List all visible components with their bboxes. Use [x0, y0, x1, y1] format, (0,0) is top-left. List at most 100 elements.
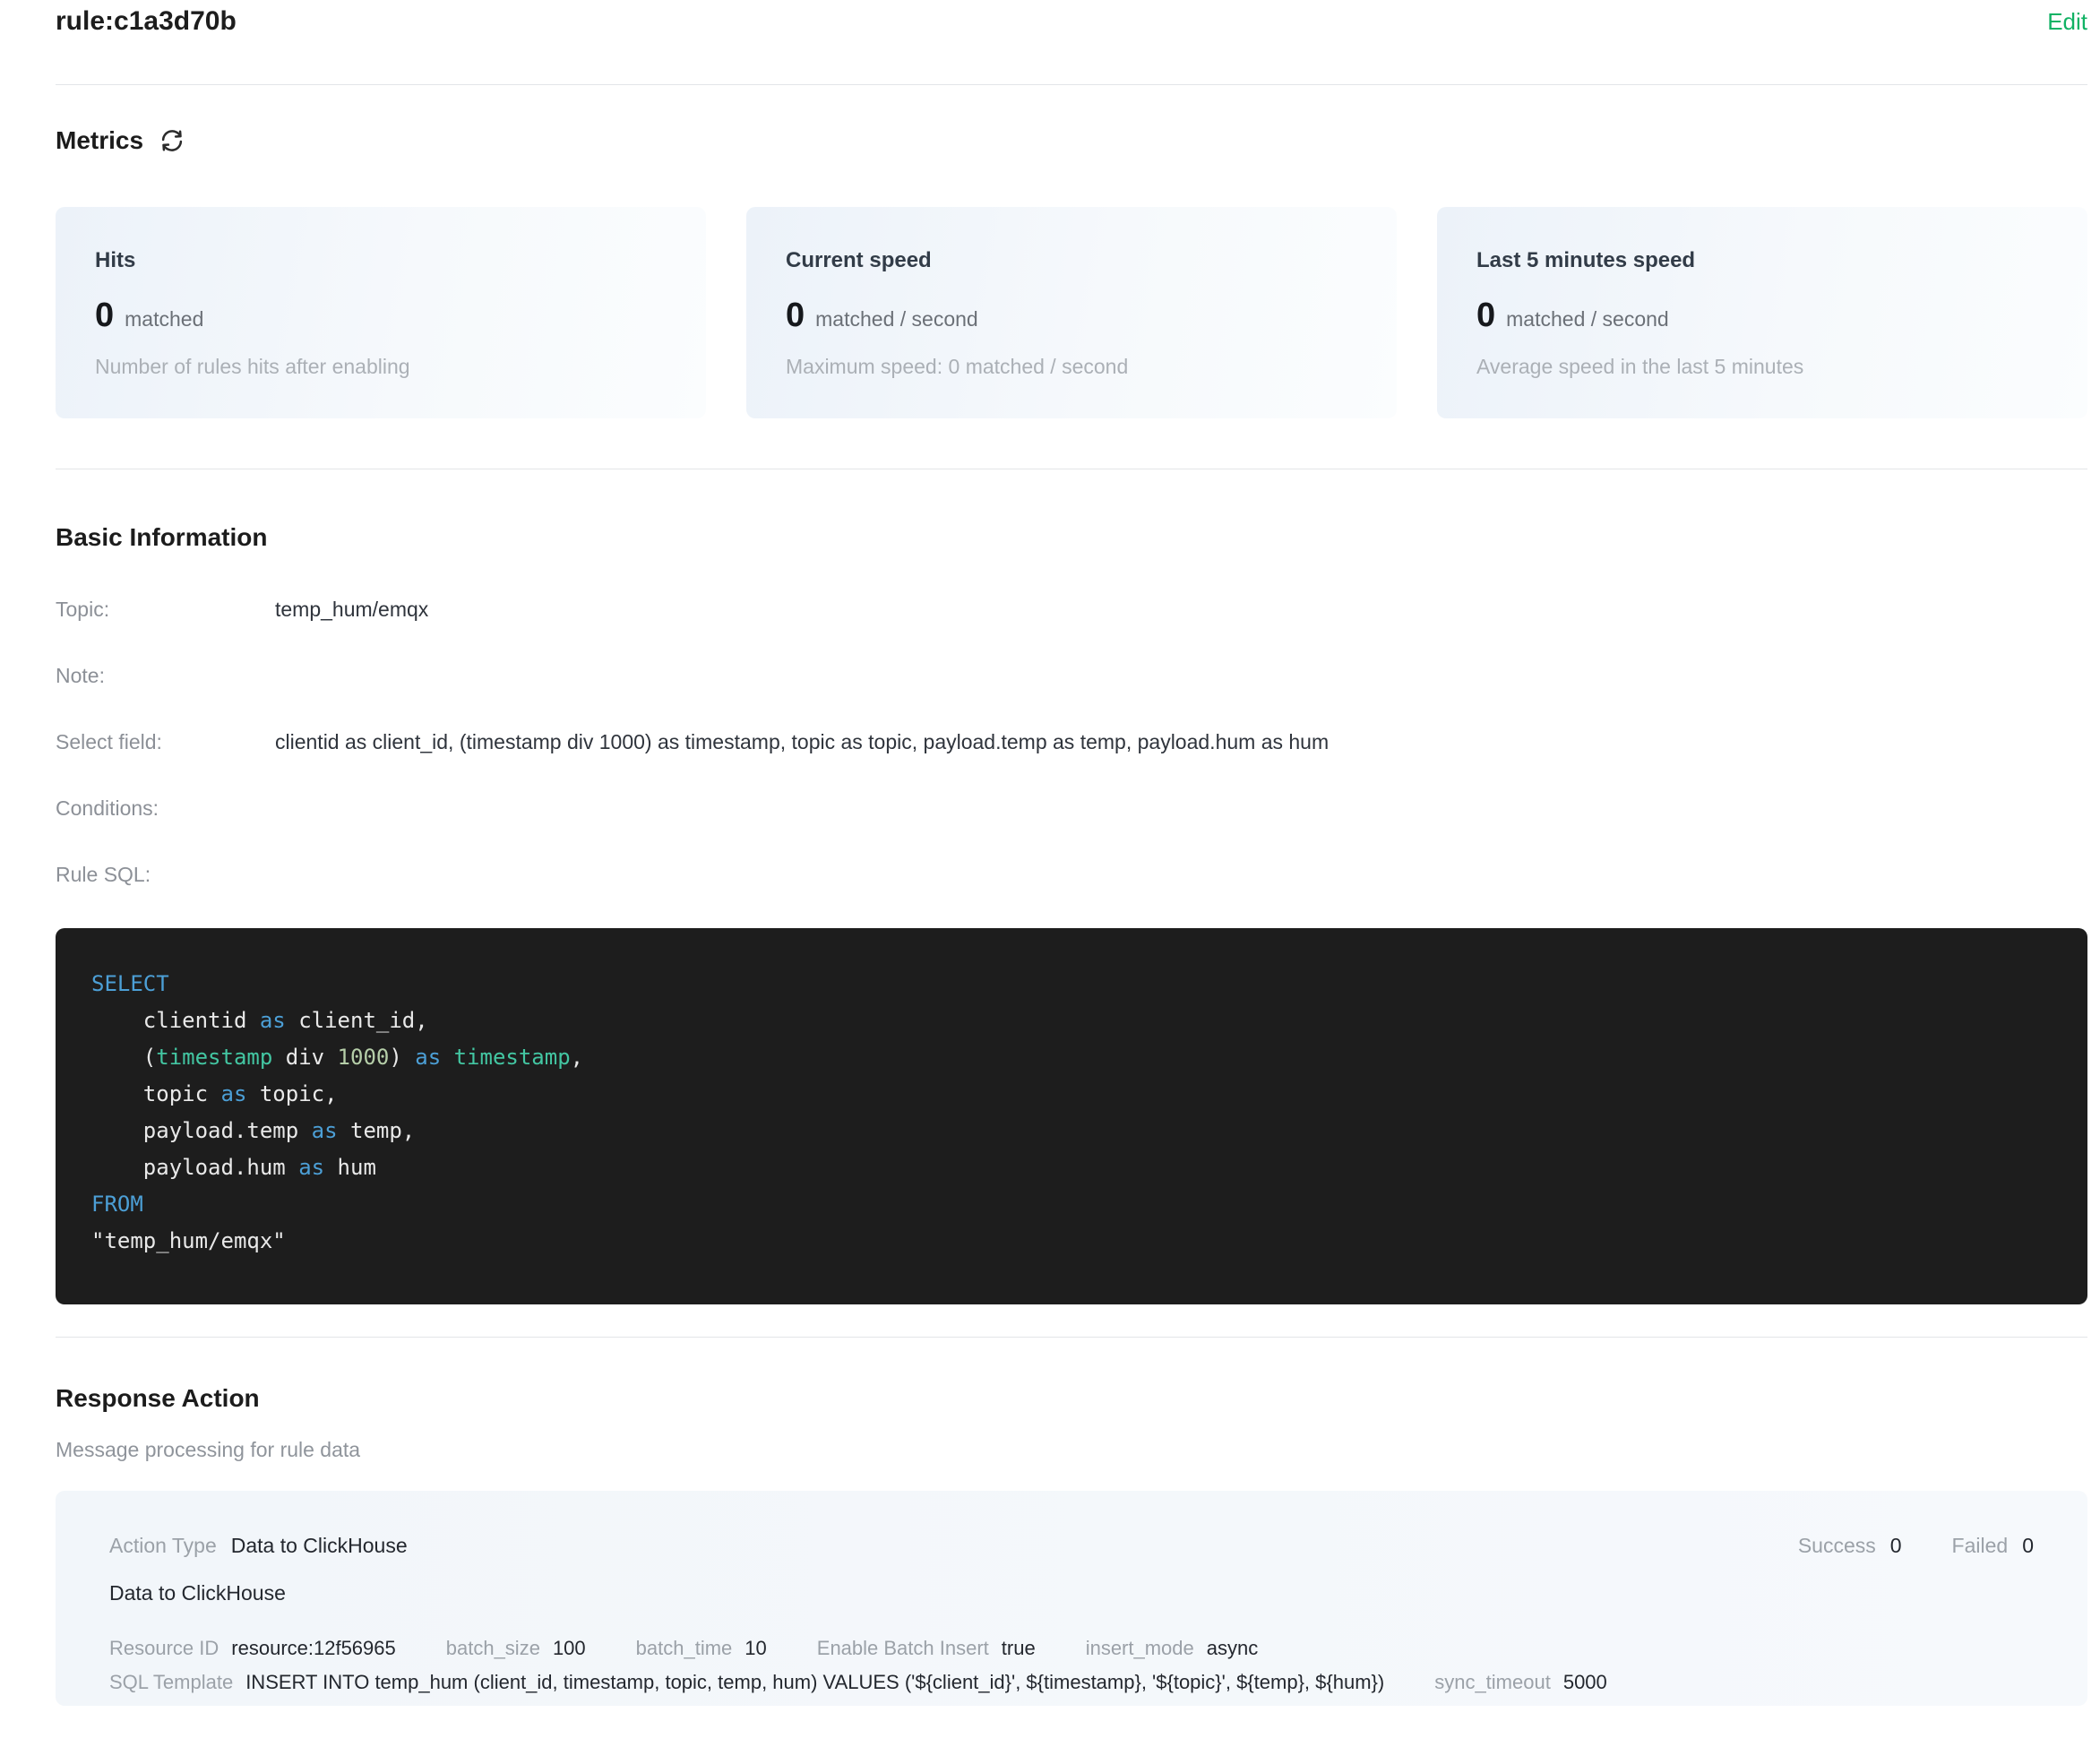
param-label: Enable Batch Insert [817, 1636, 989, 1661]
metric-value-row: 0 matched / second [786, 297, 1357, 335]
action-type-value: Data to ClickHouse [231, 1534, 408, 1558]
info-label: Rule SQL: [56, 860, 275, 889]
sql-line: SELECT [91, 966, 2052, 1003]
success-label: Success [1798, 1534, 1876, 1558]
sql-token: topic, [246, 1081, 337, 1106]
info-row-note: Note: [56, 661, 2087, 690]
info-row-conditions: Conditions: [56, 794, 2087, 822]
sql-line: (timestamp div 1000) as timestamp, [91, 1039, 2052, 1076]
info-value: clientid as client_id, (timestamp div 10… [275, 727, 1329, 756]
sql-token: 1000 [338, 1045, 390, 1070]
param-insert-mode: insert_mode async [1086, 1636, 1259, 1661]
metric-card-title: Hits [95, 248, 667, 273]
sql-token: SELECT [91, 971, 169, 996]
param-label: batch_size [446, 1636, 540, 1661]
param-value: true [1002, 1636, 1036, 1661]
metric-card-last-5-minutes-speed: Last 5 minutes speed 0 matched / second … [1437, 207, 2087, 418]
param-value: 10 [744, 1636, 766, 1661]
sql-line: FROM [91, 1186, 2052, 1223]
metric-unit: matched / second [1506, 307, 1669, 331]
header-divider [56, 84, 2087, 85]
page-header: rule:c1a3d70b Edit [56, 0, 2087, 38]
param-enable-batch-insert: Enable Batch Insert true [817, 1636, 1036, 1661]
param-resource-id: Resource ID resource:12f56965 [109, 1636, 396, 1661]
action-type: Action Type Data to ClickHouse [109, 1534, 408, 1558]
metric-value: 0 [786, 297, 805, 335]
info-label: Select field: [56, 727, 275, 756]
sql-line: topic as topic, [91, 1076, 2052, 1113]
response-action-card: Action Type Data to ClickHouse Success 0… [56, 1491, 2087, 1706]
metric-value-row: 0 matched / second [1476, 297, 2048, 335]
failed-count: 0 [2022, 1534, 2034, 1558]
param-sync-timeout: sync_timeout 5000 [1434, 1670, 1607, 1695]
action-type-label: Action Type [109, 1534, 217, 1558]
param-batch-size: batch_size 100 [446, 1636, 586, 1661]
param-batch-time: batch_time 10 [636, 1636, 767, 1661]
sql-line: payload.hum as hum [91, 1149, 2052, 1186]
sql-token: as [260, 1008, 286, 1033]
basic-information-heading: Basic Information [56, 523, 2087, 552]
action-params: Resource ID resource:12f56965 batch_size… [109, 1636, 2034, 1695]
sql-token: payload.hum [91, 1155, 298, 1180]
sql-token: hum [324, 1155, 376, 1180]
metric-description: Number of rules hits after enabling [95, 355, 667, 379]
sql-token: client_id, [286, 1008, 428, 1033]
rule-sql-code-block: SELECT clientid as client_id, (timestamp… [56, 928, 2087, 1304]
sql-token: ) [389, 1045, 415, 1070]
sql-token [441, 1045, 453, 1070]
param-value: async [1207, 1636, 1258, 1661]
sql-token: as [312, 1118, 338, 1143]
param-value: 5000 [1563, 1670, 1607, 1695]
sql-token: , [571, 1045, 583, 1070]
rule-detail-page: rule:c1a3d70b Edit Metrics Hits 0 matche… [0, 0, 2100, 1706]
metric-card-title: Current speed [786, 248, 1357, 273]
sql-token: payload.temp [91, 1118, 312, 1143]
success-count: 0 [1890, 1534, 1902, 1558]
metric-unit: matched / second [815, 307, 978, 331]
sql-token: topic [91, 1081, 221, 1106]
info-label: Conditions: [56, 794, 275, 822]
sql-token: "temp_hum/emqx" [91, 1228, 286, 1253]
success-counter: Success 0 [1798, 1534, 1902, 1558]
sql-token: as [415, 1045, 441, 1070]
failed-counter: Failed 0 [1952, 1534, 2034, 1558]
param-label: sync_timeout [1434, 1670, 1551, 1695]
action-counters: Success 0 Failed 0 [1798, 1534, 2034, 1558]
response-action-heading: Response Action [56, 1384, 2087, 1413]
info-row-rule-sql: Rule SQL: [56, 860, 2087, 889]
sql-token: FROM [91, 1192, 143, 1217]
param-label: Resource ID [109, 1636, 219, 1661]
sql-token: as [298, 1155, 324, 1180]
sql-token: as [221, 1081, 247, 1106]
sql-token: ( [91, 1045, 156, 1070]
metric-value-row: 0 matched [95, 297, 667, 335]
param-label: batch_time [636, 1636, 733, 1661]
metric-card-current-speed: Current speed 0 matched / second Maximum… [746, 207, 1397, 418]
response-action-subtitle: Message processing for rule data [56, 1438, 2087, 1462]
metric-value: 0 [1476, 297, 1495, 335]
metric-card-title: Last 5 minutes speed [1476, 248, 2048, 273]
refresh-icon[interactable] [158, 126, 186, 155]
info-row-topic: Topic: temp_hum/emqx [56, 595, 2087, 624]
param-label: insert_mode [1086, 1636, 1194, 1661]
sql-token: clientid [91, 1008, 260, 1033]
sql-line: payload.temp as temp, [91, 1113, 2052, 1149]
sql-token: temp, [338, 1118, 416, 1143]
action-card-header-row: Action Type Data to ClickHouse Success 0… [109, 1534, 2034, 1558]
metric-card-hits: Hits 0 matched Number of rules hits afte… [56, 207, 706, 418]
sql-line: clientid as client_id, [91, 1003, 2052, 1039]
metric-unit: matched [125, 307, 203, 331]
info-value: temp_hum/emqx [275, 595, 428, 624]
sql-token: timestamp [156, 1045, 272, 1070]
info-row-select-field: Select field: clientid as client_id, (ti… [56, 727, 2087, 756]
param-value: 100 [553, 1636, 586, 1661]
edit-link[interactable]: Edit [2047, 7, 2087, 36]
action-name: Data to ClickHouse [109, 1581, 2034, 1605]
metrics-heading: Metrics [56, 126, 143, 155]
failed-label: Failed [1952, 1534, 2009, 1558]
param-value: resource:12f56965 [231, 1636, 395, 1661]
page-title: rule:c1a3d70b [56, 5, 237, 38]
metric-value: 0 [95, 297, 114, 335]
metric-description: Maximum speed: 0 matched / second [786, 355, 1357, 379]
info-label: Topic: [56, 595, 275, 624]
